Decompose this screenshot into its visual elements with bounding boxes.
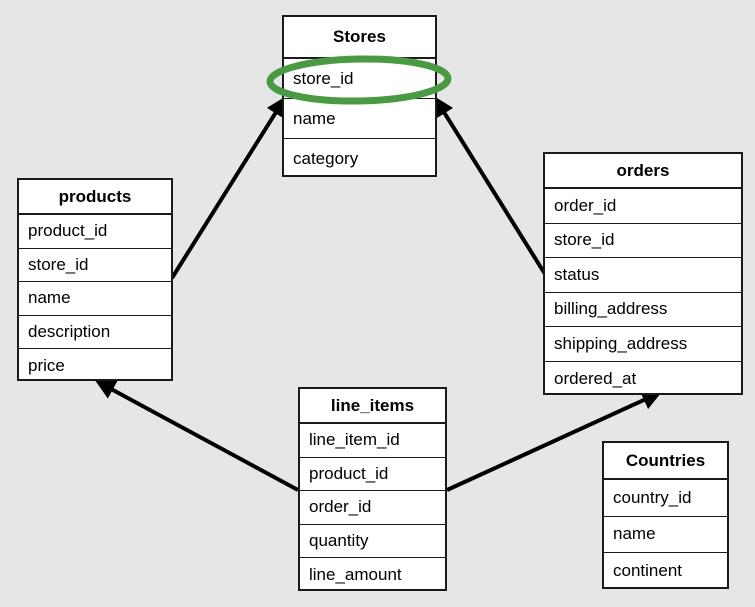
entity-products[interactable]: products product_id store_id name descri… [17,178,173,381]
er-diagram-canvas: Stores store_id name category products p… [0,0,755,607]
connector-products-to-stores [170,96,286,280]
entity-orders-field-status[interactable]: status [545,258,741,293]
entity-products-field-product-id[interactable]: product_id [19,215,171,249]
entity-countries-field-name[interactable]: name [604,517,727,553]
entity-line-items-title: line_items [300,389,445,424]
entity-countries[interactable]: Countries country_id name continent [602,441,729,589]
entity-line-items-field-quantity[interactable]: quantity [300,525,445,558]
entity-products-title: products [19,180,171,215]
entity-orders-field-ordered-at[interactable]: ordered_at [545,362,741,397]
entity-products-field-price[interactable]: price [19,349,171,383]
entity-stores-field-name[interactable]: name [284,99,435,139]
entity-products-field-name[interactable]: name [19,282,171,316]
entity-orders-field-shipping-address[interactable]: shipping_address [545,327,741,362]
entity-orders[interactable]: orders order_id store_id status billing_… [543,152,743,395]
entity-countries-field-continent[interactable]: continent [604,553,727,590]
entity-stores-field-category[interactable]: category [284,139,435,179]
connector-lineitems-to-products [95,380,299,492]
entity-line-items-field-line-item-id[interactable]: line_item_id [300,424,445,458]
entity-line-items-field-line-amount[interactable]: line_amount [300,558,445,592]
entity-orders-field-order-id[interactable]: order_id [545,189,741,224]
entity-stores-field-store-id[interactable]: store_id [284,59,435,99]
entity-line-items[interactable]: line_items line_item_id product_id order… [298,387,447,591]
entity-line-items-field-product-id[interactable]: product_id [300,458,445,491]
entity-orders-field-billing-address[interactable]: billing_address [545,293,741,327]
entity-line-items-field-order-id[interactable]: order_id [300,491,445,525]
entity-products-field-store-id[interactable]: store_id [19,249,171,282]
entity-orders-field-store-id[interactable]: store_id [545,224,741,258]
entity-stores[interactable]: Stores store_id name category [282,15,437,177]
entity-countries-title: Countries [604,443,727,480]
entity-products-field-description[interactable]: description [19,316,171,349]
entity-stores-title: Stores [284,17,435,59]
connector-orders-to-stores [434,96,547,276]
entity-orders-title: orders [545,154,741,189]
entity-countries-field-country-id[interactable]: country_id [604,480,727,517]
